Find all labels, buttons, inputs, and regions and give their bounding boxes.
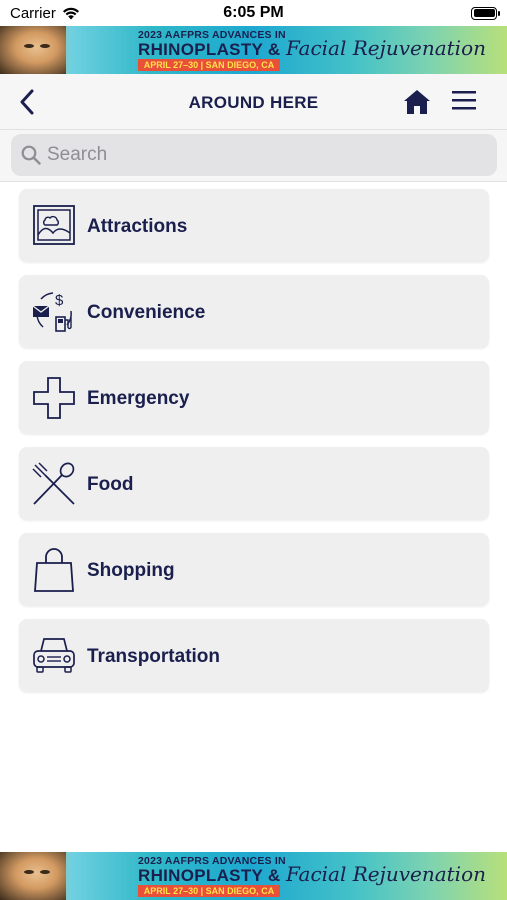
ad-banner-top[interactable]: 2023 AAFPRS ADVANCES IN RHINOPLASTY & AP…	[0, 26, 507, 74]
search-icon	[21, 145, 41, 165]
banner-dates: APRIL 27–30 | SAN DIEGO, CA	[138, 885, 280, 897]
banner-script: Facial Rejuvenation	[286, 36, 486, 60]
status-bar: Carrier 6:05 PM	[0, 0, 507, 26]
banner-face-image	[0, 26, 66, 74]
status-time: 6:05 PM	[223, 4, 284, 21]
shopping-bag-icon	[34, 548, 74, 592]
category-food[interactable]: Food	[19, 447, 489, 520]
home-icon	[404, 90, 430, 114]
category-label: Convenience	[87, 302, 206, 323]
search-bar	[0, 130, 507, 182]
banner-script: Facial Rejuvenation	[286, 862, 486, 886]
category-attractions[interactable]: Attractions	[19, 189, 489, 262]
search-input[interactable]	[47, 140, 487, 170]
ad-banner-bottom[interactable]: 2023 AAFPRS ADVANCES IN RHINOPLASTY & AP…	[0, 852, 507, 900]
home-button[interactable]	[403, 88, 431, 116]
nav-bar: AROUND HERE	[0, 74, 507, 130]
car-icon	[33, 638, 75, 673]
category-convenience[interactable]: $ Convenience	[19, 275, 489, 348]
landscape-picture-icon	[33, 205, 75, 245]
menu-button[interactable]	[451, 88, 479, 116]
svg-text:$: $	[55, 292, 64, 309]
category-label: Shopping	[87, 560, 175, 581]
banner-line2: RHINOPLASTY &	[138, 40, 281, 59]
banner-dates: APRIL 27–30 | SAN DIEGO, CA	[138, 59, 280, 71]
mail-dollar-fuel-icon: $	[32, 292, 72, 332]
category-label: Transportation	[87, 646, 221, 667]
banner-face-image	[0, 852, 66, 900]
category-emergency[interactable]: Emergency	[19, 361, 489, 434]
category-transportation[interactable]: Transportation	[19, 619, 489, 692]
category-shopping[interactable]: Shopping	[19, 533, 489, 606]
battery-icon	[471, 6, 500, 20]
banner-line2: RHINOPLASTY &	[138, 866, 281, 885]
fork-spoon-icon	[32, 462, 75, 505]
category-label: Emergency	[87, 388, 190, 409]
medical-cross-icon	[33, 377, 75, 419]
search-box[interactable]	[11, 134, 497, 176]
category-label: Attractions	[87, 216, 188, 237]
hamburger-menu-icon	[452, 91, 476, 110]
category-label: Food	[87, 474, 134, 495]
